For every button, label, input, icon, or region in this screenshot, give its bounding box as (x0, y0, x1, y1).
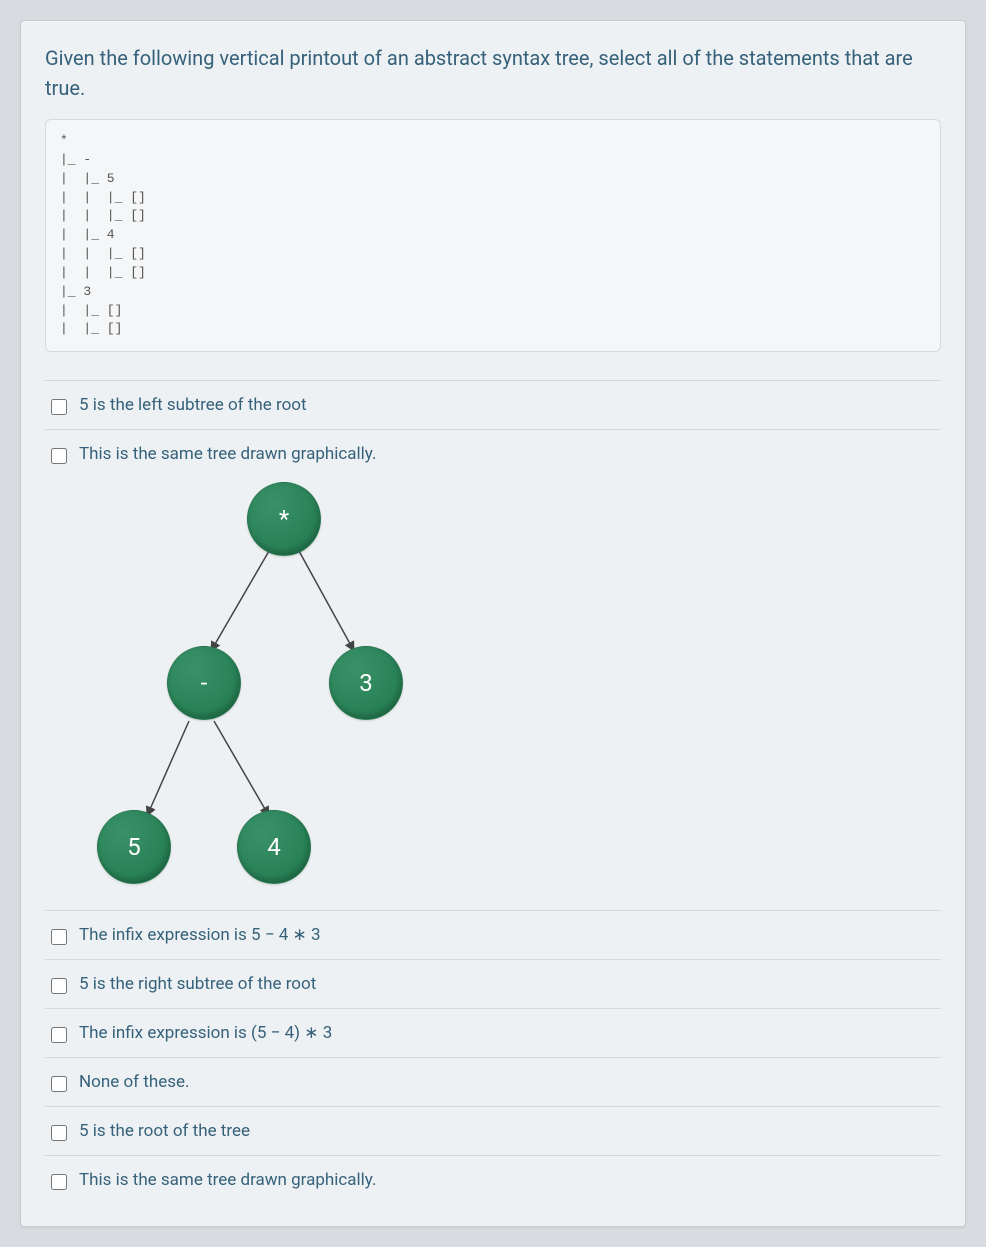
option-checkbox-4[interactable] (51, 1027, 67, 1043)
tree-node-root: * (247, 482, 321, 556)
option-4[interactable]: The infix expression is (5 − 4) ∗ 3 (45, 1008, 941, 1057)
option-7[interactable]: This is the same tree drawn graphically. (45, 1155, 941, 1204)
option-label-7: This is the same tree drawn graphically. (79, 1170, 935, 1190)
option-checkbox-0[interactable] (51, 399, 67, 415)
option-checkbox-3[interactable] (51, 978, 67, 994)
tree-node-left: - (167, 646, 241, 720)
option-1[interactable]: This is the same tree drawn graphically. (45, 429, 941, 910)
option-label-3: 5 is the right subtree of the root (79, 974, 935, 994)
option-label-6: 5 is the root of the tree (79, 1121, 935, 1141)
tree-node-leftright: 4 (237, 810, 311, 884)
tree-node-right: 3 (329, 646, 403, 720)
option-label-1: This is the same tree drawn graphically. (79, 444, 376, 464)
option-3[interactable]: 5 is the right subtree of the root (45, 959, 941, 1008)
option-label-2: The infix expression is 5 − 4 ∗ 3 (79, 925, 935, 945)
question-prompt: Given the following vertical printout of… (45, 43, 941, 103)
option-2[interactable]: The infix expression is 5 − 4 ∗ 3 (45, 910, 941, 959)
tree-node-leftleft: 5 (97, 810, 171, 884)
ast-printout: * |_ - | |_ 5 | | |_ [] | | |_ [] | |_ 4… (45, 119, 941, 352)
option-label-0: 5 is the left subtree of the root (79, 395, 935, 415)
option-0[interactable]: 5 is the left subtree of the root (45, 380, 941, 429)
option-5[interactable]: None of these. (45, 1057, 941, 1106)
option-checkbox-6[interactable] (51, 1125, 67, 1141)
option-checkbox-7[interactable] (51, 1174, 67, 1190)
question-card: Given the following vertical printout of… (20, 20, 966, 1227)
option-checkbox-5[interactable] (51, 1076, 67, 1092)
option-6[interactable]: 5 is the root of the tree (45, 1106, 941, 1155)
option-label-4: The infix expression is (5 − 4) ∗ 3 (79, 1023, 935, 1043)
option-checkbox-1[interactable] (51, 448, 67, 464)
option-checkbox-2[interactable] (51, 929, 67, 945)
option-label-5: None of these. (79, 1072, 935, 1092)
answer-options: 5 is the left subtree of the root This i… (45, 380, 941, 1204)
tree-diagram: * - 3 5 4 (79, 476, 419, 896)
